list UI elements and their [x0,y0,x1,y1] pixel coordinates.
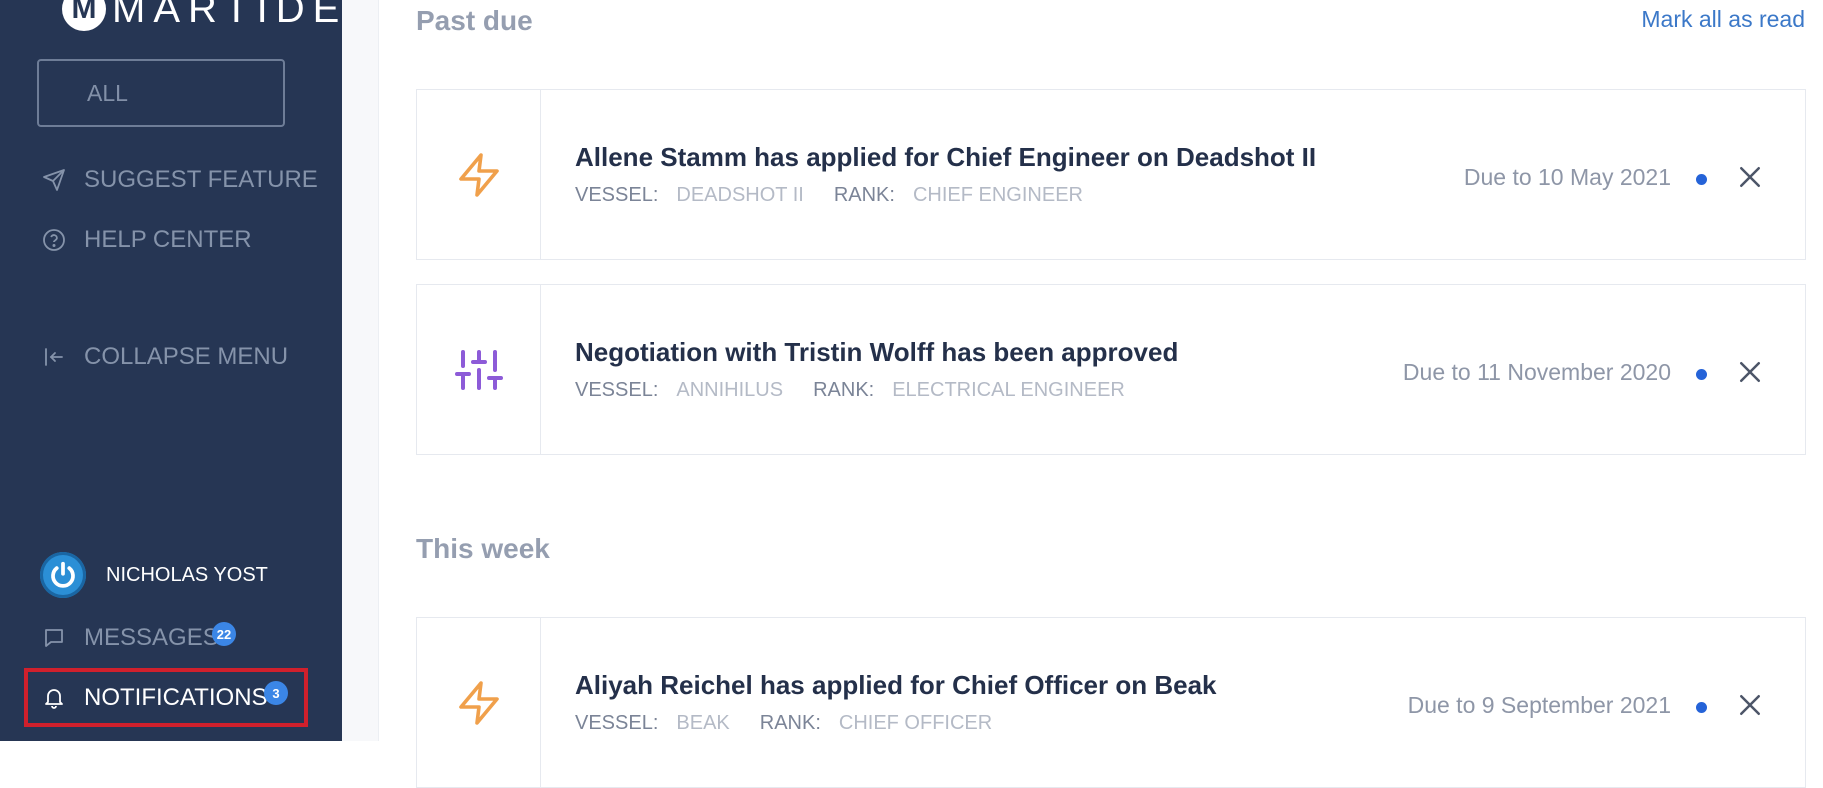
send-icon [40,166,68,194]
notification-icon-cell [417,618,541,787]
section-title-this-week: This week [416,533,550,564]
vessel-value: BEAK [676,712,730,734]
vessel-label: VESSEL: [575,712,659,734]
logo-text: MARTIDE [112,0,348,31]
due-date: Due to 11 November 2020 [1402,359,1671,385]
vessel-label: VESSEL: [575,184,659,206]
sidebar-item-label: COLLAPSE MENU [84,343,289,370]
avatar [40,552,86,598]
mark-all-read-link[interactable]: Mark all as read [1641,6,1805,33]
rank-value: CHIEF OFFICER [838,712,993,734]
sidebar-item-label: HELP CENTER [84,226,252,253]
notification-meta: VESSEL: DEADSHOT II RANK: CHIEF ENGINEER [575,184,1113,207]
content-gutter [342,0,379,741]
sidebar: M MARTIDE ALL SUGGEST FEATURE HELP CENTE… [0,0,342,741]
rank-value: CHIEF ENGINEER [912,184,1083,206]
sidebar-item-notifications[interactable]: NOTIFICATIONS [40,684,268,712]
notification-icon-cell [417,90,541,259]
rank-label: RANK: [759,712,821,734]
chat-icon [40,624,68,652]
filter-select[interactable]: ALL [37,59,285,127]
sidebar-item-suggest-feature[interactable]: SUGGEST FEATURE [40,166,318,194]
power-icon [51,561,75,588]
sidebar-item-label: SUGGEST FEATURE [84,166,318,193]
close-icon[interactable] [1735,690,1765,720]
app-logo[interactable]: M MARTIDE [62,0,347,34]
rank-label: RANK: [813,379,875,401]
due-date: Due to 9 September 2021 [1407,692,1671,718]
rank-value: ELECTRICAL ENGINEER [892,379,1125,401]
lightning-icon [458,152,499,197]
close-icon[interactable] [1735,162,1765,192]
messages-count-badge: 22 [212,622,236,646]
collapse-icon [40,343,68,371]
notification-title: Allene Stamm has applied for Chief Engin… [575,142,1317,172]
sidebar-item-collapse-menu[interactable]: COLLAPSE MENU [40,343,288,371]
notification-title: Aliyah Reichel has applied for Chief Off… [575,670,1217,700]
rank-label: RANK: [833,184,895,206]
user-profile[interactable]: NICHOLAS YOST [40,552,268,598]
section-title-past-due: Past due [416,5,533,36]
logo-mark: M [62,0,106,31]
notification-icon-cell [417,285,541,454]
notification-card[interactable]: Allene Stamm has applied for Chief Engin… [416,89,1806,260]
notification-title: Negotiation with Tristin Wolff has been … [575,337,1179,367]
notification-card[interactable]: Aliyah Reichel has applied for Chief Off… [416,617,1806,788]
vessel-value: DEADSHOT II [676,184,804,206]
notification-card[interactable]: Negotiation with Tristin Wolff has been … [416,284,1806,455]
vessel-value: ANNIHILUS [676,379,784,401]
sidebar-item-label: NOTIFICATIONS [84,684,268,711]
sidebar-item-help-center[interactable]: HELP CENTER [40,226,252,254]
sidebar-item-messages[interactable]: MESSAGES [40,624,219,652]
notification-meta: VESSEL: BEAK RANK: CHIEF OFFICER [575,712,1022,735]
notifications-count-badge: 3 [264,681,288,705]
bell-icon [40,684,68,712]
unread-dot [1696,702,1707,713]
help-circle-icon [40,226,68,254]
vessel-label: VESSEL: [575,379,659,401]
due-date: Due to 10 May 2021 [1463,164,1671,190]
close-icon[interactable] [1735,357,1765,387]
sidebar-item-label: MESSAGES [84,624,219,651]
filter-select-value: ALL [87,79,128,106]
user-name: NICHOLAS YOST [106,563,268,586]
sliders-icon [454,349,503,390]
lightning-icon [458,680,499,725]
notification-meta: VESSEL: ANNIHILUS RANK: ELECTRICAL ENGIN… [575,379,1155,402]
unread-dot [1696,369,1707,380]
unread-dot [1696,174,1707,185]
